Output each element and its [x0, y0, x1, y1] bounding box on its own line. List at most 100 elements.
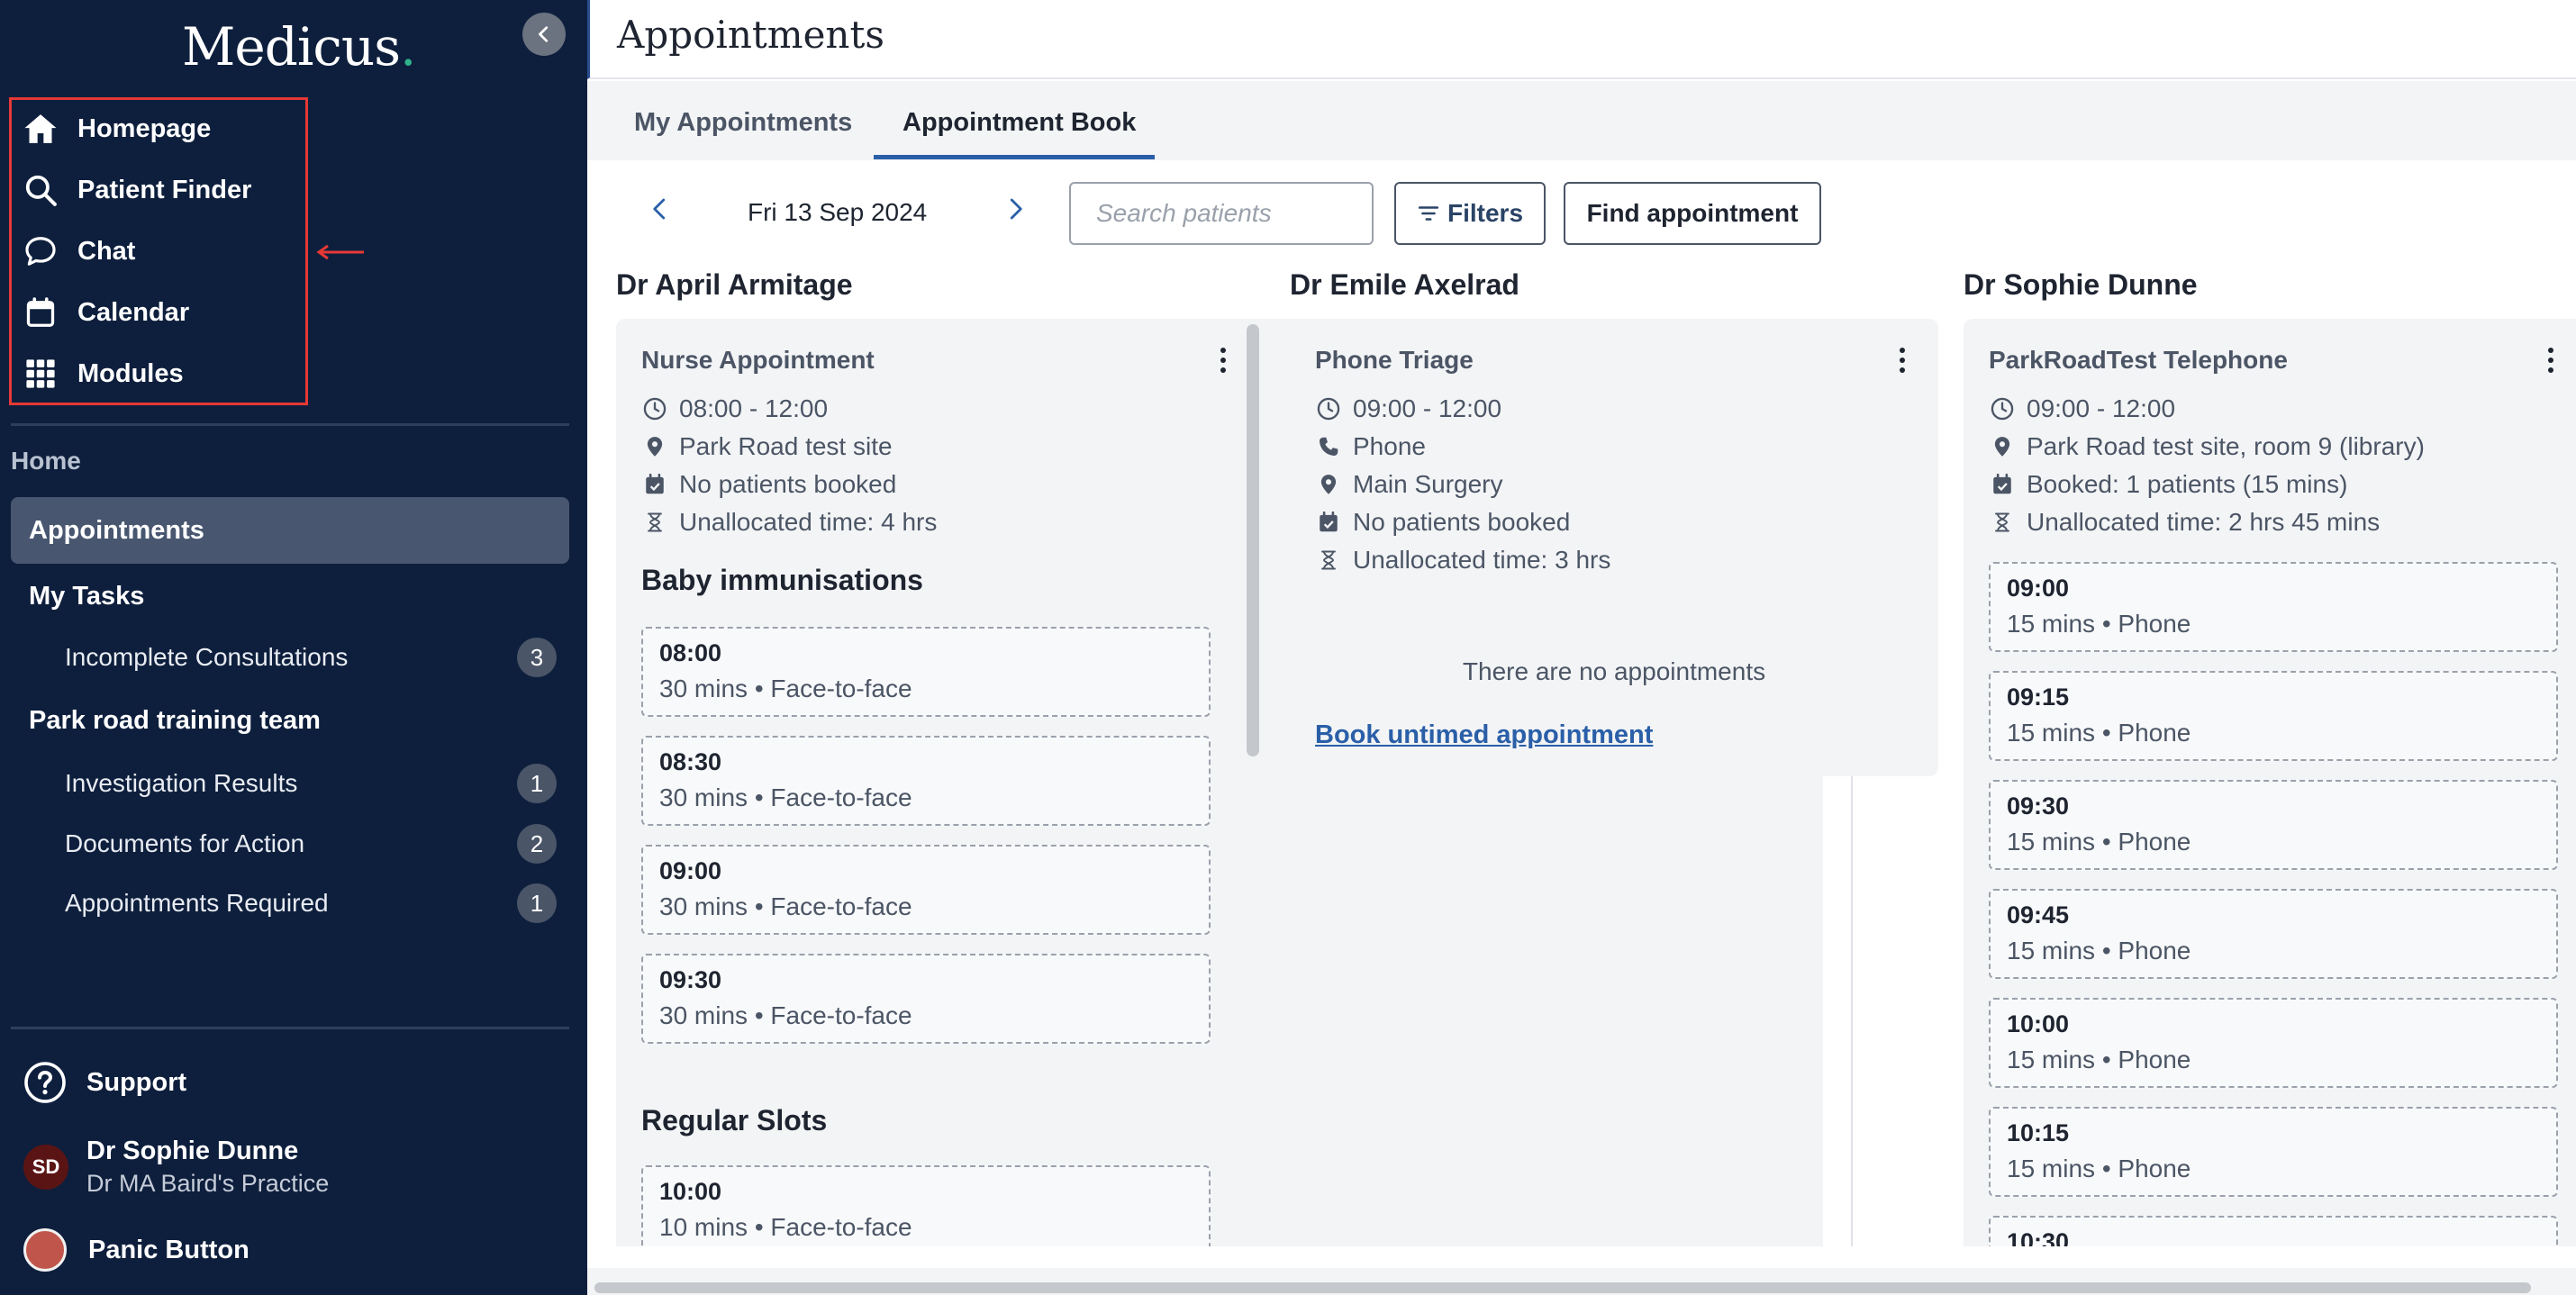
- slot-detail: 15 mins • Phone: [2007, 1046, 2191, 1073]
- nav-item-chat[interactable]: Chat: [20, 229, 135, 274]
- support-button[interactable]: Support: [23, 1061, 186, 1104]
- slot-detail: 30 mins • Face-to-face: [659, 892, 912, 920]
- session-menu-icon[interactable]: [2542, 346, 2560, 375]
- session-title: Nurse Appointment: [641, 346, 875, 374]
- slot-time: 09:30: [2007, 792, 2070, 820]
- nav-item-patient-finder[interactable]: Patient Finder: [20, 168, 251, 213]
- horizontal-scrollbar-track: [587, 1268, 2576, 1295]
- clinician-name: Dr April Armitage: [616, 268, 853, 301]
- sidebar-item-label: Incomplete Consultations: [65, 643, 349, 671]
- session-info-row: 08:00 - 12:00: [641, 391, 828, 427]
- appointment-slot[interactable]: 08:00 30 mins • Face-to-face: [641, 627, 1211, 717]
- sidebar: Medicus. Homepage Patient Finder Chat Ca…: [0, 0, 587, 1295]
- main-content: Appointments My Appointments Appointment…: [587, 0, 2576, 1295]
- sidebar-item-appointments[interactable]: Appointments: [11, 497, 569, 564]
- clock-icon: [1989, 395, 2016, 422]
- appointment-slot[interactable]: 10:00 15 mins • Phone: [1989, 998, 2558, 1088]
- tab-my-appointments[interactable]: My Appointments: [634, 108, 852, 138]
- chat-icon: [20, 231, 61, 272]
- sidebar-item-investigation-results[interactable]: Investigation Results 1: [65, 762, 557, 805]
- slot-detail: 15 mins • Phone: [2007, 719, 2191, 747]
- column-scrollbar[interactable]: [1247, 324, 1259, 756]
- slot-detail: 10 mins • Face-to-face: [659, 1213, 912, 1241]
- active-tab-indicator: [874, 155, 1155, 159]
- count-badge: 3: [517, 638, 557, 677]
- nav-item-modules[interactable]: Modules: [20, 351, 184, 396]
- slot-time: 08:00: [659, 639, 722, 666]
- session-menu-icon[interactable]: [1893, 346, 1911, 375]
- count-badge: 1: [517, 883, 557, 923]
- slot-detail: 30 mins • Face-to-face: [659, 1001, 912, 1029]
- session-info-row: 09:00 - 12:00: [1315, 391, 1501, 427]
- sidebar-item-label: Investigation Results: [65, 769, 298, 797]
- collapse-sidebar-button[interactable]: [522, 13, 566, 56]
- session-info-row: 09:00 - 12:00: [1989, 391, 2175, 427]
- search-patients-input[interactable]: [1069, 182, 1374, 245]
- session-info-row: Unallocated time: 4 hrs: [641, 504, 937, 540]
- appointment-slot[interactable]: 08:30 30 mins • Face-to-face: [641, 736, 1211, 826]
- panic-button[interactable]: Panic Button: [23, 1228, 249, 1272]
- session-info-row: Main Surgery: [1315, 466, 1503, 503]
- appointment-slot[interactable]: 10:15 15 mins • Phone: [1989, 1107, 2558, 1197]
- session-info-row: Park Road test site, room 9 (library): [1989, 429, 2425, 465]
- sidebar-item-label: Documents for Action: [65, 829, 305, 857]
- appointment-slot[interactable]: 09:45 15 mins • Phone: [1989, 889, 2558, 979]
- tab-appointment-book[interactable]: Appointment Book: [903, 108, 1136, 138]
- appointment-slot[interactable]: 10:00 10 mins • Face-to-face: [641, 1165, 1211, 1246]
- clock-icon: [1315, 395, 1342, 422]
- appointment-slot[interactable]: 10:30: [1989, 1216, 2558, 1246]
- nav-label: Homepage: [77, 113, 212, 143]
- current-date: Fri 13 Sep 2024: [748, 198, 928, 226]
- slot-time: 09:15: [2007, 684, 2070, 711]
- nav-item-calendar[interactable]: Calendar: [20, 290, 189, 335]
- appointment-slot[interactable]: 09:30 15 mins • Phone: [1989, 780, 2558, 870]
- nav-item-homepage[interactable]: Homepage: [20, 106, 211, 151]
- session-info-row: Booked: 1 patients (15 mins): [1989, 466, 2347, 503]
- grid-icon: [20, 353, 61, 394]
- filters-label: Filters: [1447, 199, 1524, 227]
- sidebar-item-incomplete-consultations[interactable]: Incomplete Consultations 3: [65, 636, 557, 679]
- session-title: Phone Triage: [1315, 346, 1474, 374]
- nav-label: Chat: [77, 236, 136, 266]
- sidebar-item-documents-for-action[interactable]: Documents for Action 2: [65, 822, 557, 865]
- sidebar-home-heading: Home: [11, 447, 81, 475]
- session-card: ParkRoadTest Telephone 09:00 - 12:00 Par…: [1964, 319, 2576, 1246]
- session-menu-icon[interactable]: [1214, 346, 1232, 375]
- appointment-slot[interactable]: 09:15 15 mins • Phone: [1989, 671, 2558, 761]
- hourglass-icon: [1315, 547, 1342, 574]
- session-info-row: Phone: [1315, 429, 1426, 465]
- filter-icon: [1418, 206, 1439, 221]
- slot-time: 09:45: [2007, 901, 2070, 928]
- slot-time: 10:00: [2007, 1010, 2070, 1037]
- appointment-slot[interactable]: 09:30 30 mins • Face-to-face: [641, 954, 1211, 1044]
- search-icon: [20, 169, 61, 211]
- calendar-check-icon: [1315, 509, 1342, 536]
- sidebar-divider: [11, 423, 569, 426]
- appointment-slot[interactable]: 09:00 30 mins • Face-to-face: [641, 845, 1211, 935]
- sidebar-group-my-tasks[interactable]: My Tasks: [29, 582, 144, 611]
- horizontal-scrollbar[interactable]: [594, 1282, 2531, 1293]
- panic-circle-icon: [23, 1228, 67, 1272]
- session-info-row: Unallocated time: 3 hrs: [1315, 542, 1610, 578]
- session-info-row: Unallocated time: 2 hrs 45 mins: [1989, 504, 2380, 540]
- panic-label: Panic Button: [88, 1235, 249, 1264]
- book-untimed-appointment-link[interactable]: Book untimed appointment: [1315, 720, 1653, 750]
- phone-icon: [1315, 433, 1342, 460]
- user-name: Dr Sophie Dunne: [86, 1137, 299, 1165]
- calendar-icon: [20, 292, 61, 333]
- appointment-columns: Dr April Armitage Nurse Appointment 08:0…: [587, 259, 2576, 1246]
- filters-button[interactable]: Filters: [1394, 182, 1546, 245]
- appointment-slot[interactable]: 09:00 15 mins • Phone: [1989, 562, 2558, 652]
- location-pin-icon: [1315, 471, 1342, 498]
- page-header: Appointments: [587, 0, 2576, 79]
- help-circle-icon: [24, 1062, 66, 1103]
- count-badge: 2: [517, 824, 557, 864]
- find-appointment-button[interactable]: Find appointment: [1564, 182, 1821, 245]
- hourglass-icon: [1989, 509, 2016, 536]
- sidebar-item-appointments-required[interactable]: Appointments Required 1: [65, 882, 557, 925]
- sidebar-item-label: Appointments Required: [65, 889, 329, 917]
- user-profile[interactable]: SD Dr Sophie Dunne Dr MA Baird's Practic…: [23, 1137, 329, 1198]
- next-day-chevron-icon[interactable]: [1002, 193, 1029, 225]
- previous-day-chevron-icon[interactable]: [647, 193, 674, 225]
- sidebar-group-team[interactable]: Park road training team: [29, 706, 321, 736]
